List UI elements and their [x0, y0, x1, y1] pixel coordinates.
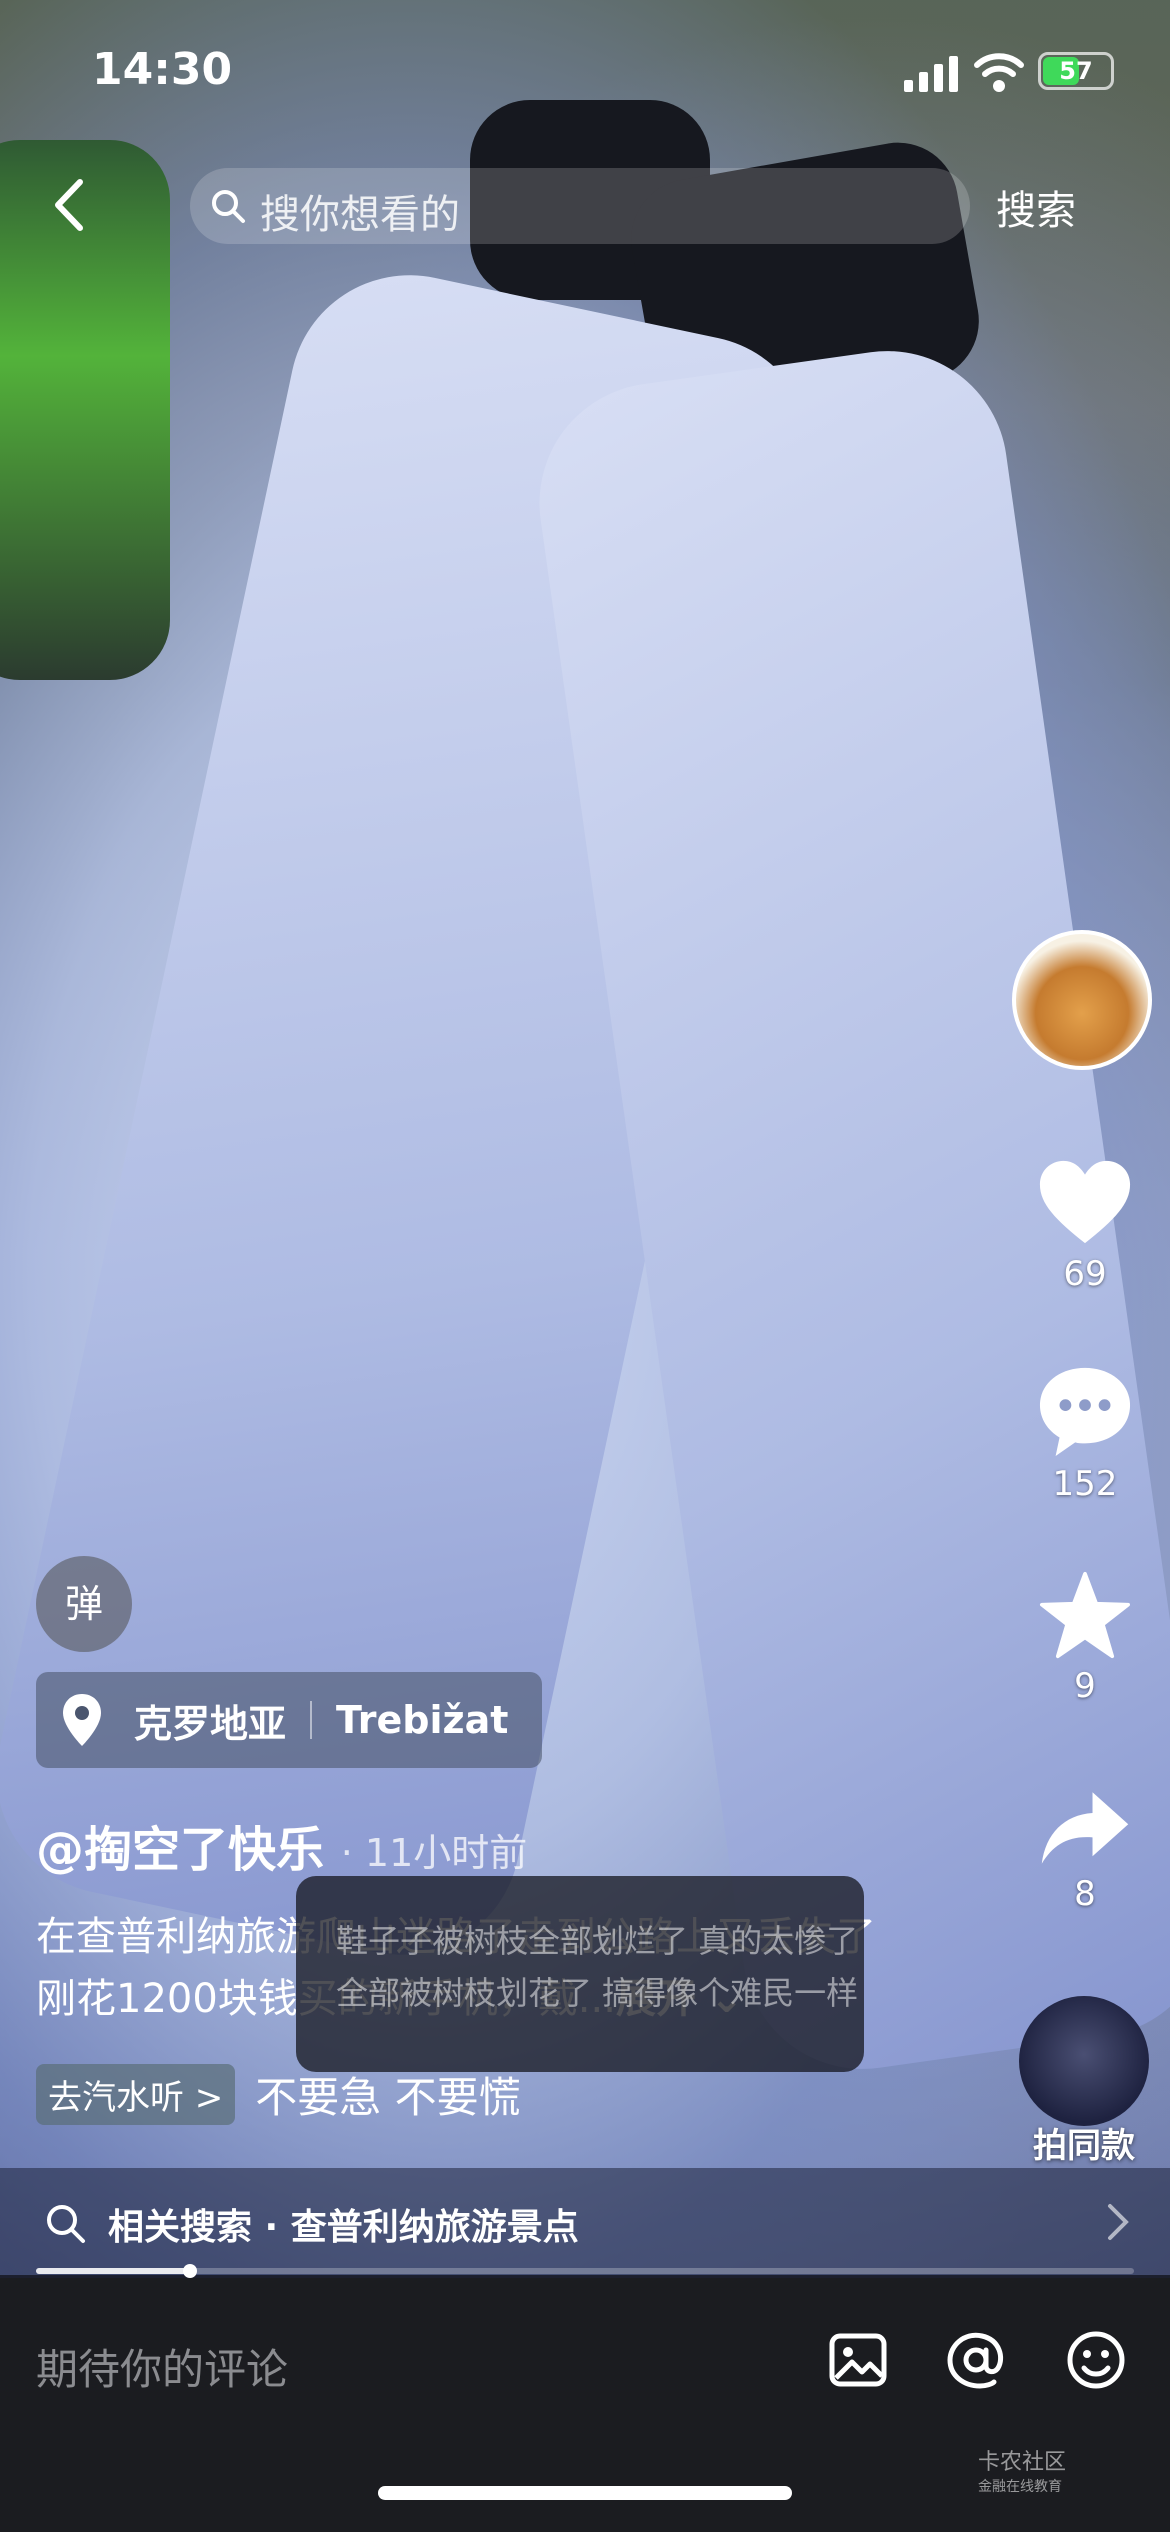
battery-percent: 57 — [1059, 57, 1093, 85]
music-row: 去汽水听 > 不要急 不要慌 — [36, 2064, 521, 2125]
chevron-right-icon — [1108, 2204, 1129, 2240]
related-search-text: 相关搜索 · 查普利纳旅游景点 — [108, 2207, 579, 2248]
author-avatar[interactable] — [1012, 930, 1152, 1070]
same-style-label: 拍同款 — [1033, 2126, 1135, 2166]
star-icon — [1040, 1571, 1130, 1659]
mention-icon[interactable] — [944, 2328, 1008, 2392]
search-button[interactable]: 搜索 — [996, 178, 1076, 236]
same-style-button[interactable]: 拍同款 — [1014, 1996, 1154, 2167]
share-button[interactable]: 8 — [1020, 1788, 1150, 1914]
comment-input[interactable]: 期待你的评论 — [36, 2336, 288, 2397]
location-pin-icon — [63, 1694, 101, 1746]
location-divider — [310, 1701, 313, 1739]
comment-icon — [1039, 1367, 1131, 1457]
comment-button[interactable]: 152 — [1020, 1364, 1150, 1504]
search-icon — [212, 190, 245, 223]
progress-fill — [36, 2268, 190, 2274]
video-progress-bar[interactable] — [36, 2264, 1134, 2278]
like-count: 69 — [1063, 1254, 1107, 1294]
post-time: · 11小时前 — [340, 1831, 528, 1875]
progress-handle[interactable] — [182, 2264, 197, 2278]
watermark-title: 卡农社区 — [978, 2450, 1067, 2475]
favorite-button[interactable]: 9 — [1020, 1570, 1150, 1706]
location-region: 克罗地亚 — [134, 1701, 287, 1746]
listen-in-qishui-button[interactable]: 去汽水听 > — [36, 2064, 236, 2125]
top-bar: 搜你想看的 搜索 — [0, 150, 1170, 260]
share-icon — [1041, 1792, 1129, 1864]
like-button[interactable]: 69 — [1020, 1158, 1150, 1294]
music-title[interactable]: 不要急 不要慌 — [255, 2064, 520, 2125]
home-indicator[interactable] — [378, 2486, 792, 2500]
same-style-thumbnail — [1019, 1996, 1149, 2126]
watermark-subtitle: 金融在线教育 — [978, 2479, 1062, 2495]
favorite-count: 9 — [1074, 1666, 1096, 1706]
caption-line-2: 全部被树枝划花了 搞得像个难民一样 — [336, 1974, 859, 2012]
share-count: 8 — [1074, 1874, 1096, 1914]
status-bar: 14:30 57 — [0, 0, 1170, 140]
status-time: 14:30 — [92, 44, 233, 95]
related-search-bar[interactable]: 相关搜索 · 查普利纳旅游景点 — [0, 2168, 1170, 2278]
author-name[interactable]: @掏空了快乐 — [36, 1822, 324, 1878]
image-icon[interactable] — [826, 2328, 890, 2392]
emoji-icon[interactable] — [1064, 2328, 1128, 2392]
back-arrow-icon[interactable] — [40, 170, 100, 240]
search-icon — [47, 2205, 85, 2243]
danmaku-toggle-button[interactable]: 弹 — [36, 1556, 132, 1652]
search-placeholder: 搜你想看的 — [260, 192, 460, 238]
location-place: Trebižat — [336, 1698, 509, 1742]
heart-icon — [1039, 1160, 1131, 1244]
watermark-logo: 卡农社区 金融在线教育 — [978, 2444, 1066, 2496]
wifi-icon — [974, 53, 1024, 92]
cellular-signal-icon — [904, 56, 958, 92]
author-line: @掏空了快乐 · 11小时前 — [36, 1810, 527, 1880]
caption-line-1: 鞋子子被树枝全部划烂了 真的太惨了 — [336, 1922, 859, 1960]
search-input[interactable]: 搜你想看的 — [190, 168, 970, 244]
battery-icon: 57 — [1038, 52, 1114, 90]
caption-overlay: 鞋子子被树枝全部划烂了 真的太惨了 全部被树枝划花了 搞得像个难民一样 — [296, 1876, 864, 2072]
location-tag[interactable]: 克罗地亚 Trebižat — [36, 1672, 543, 1768]
comment-count: 152 — [1052, 1464, 1118, 1504]
